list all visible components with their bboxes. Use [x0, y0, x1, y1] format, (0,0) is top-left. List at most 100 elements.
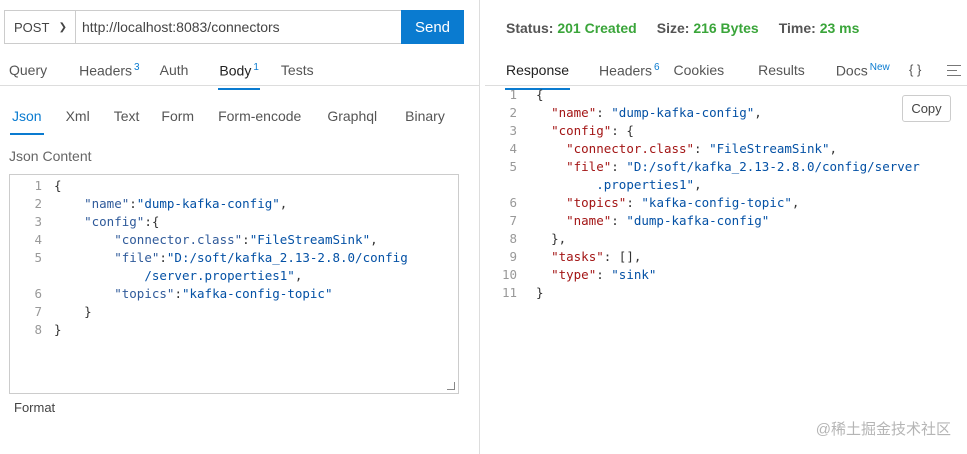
json-editor[interactable]: 12345678 { "name":"dump-kafka-config", "… [9, 174, 459, 394]
line-number [28, 267, 42, 285]
code-token: "FileStreamSink" [709, 141, 830, 156]
chevron-down-icon: ❯ [58, 21, 67, 33]
request-code[interactable]: { "name":"dump-kafka-config", "config":{… [54, 177, 408, 339]
code-token: "dump-kafka-config" [136, 196, 280, 211]
code-token: "file" [114, 250, 160, 265]
code-line: /server.properties1", [54, 267, 408, 285]
menu-icon[interactable] [947, 65, 961, 76]
code-token: } [84, 304, 92, 319]
tab-label: Cookies [673, 62, 725, 78]
code-token: : [626, 195, 642, 210]
code-line: "name": "dump-kafka-config", [536, 104, 920, 122]
code-token: : { [611, 123, 634, 138]
url-bar: POST ❯ http://localhost:8083/connectors S… [4, 10, 464, 44]
tab-badge: New [869, 62, 890, 73]
body-tab-graphql[interactable]: Graphql [327, 108, 377, 132]
code-token: } [536, 285, 544, 300]
code-line: "connector.class": "FileStreamSink", [536, 140, 920, 158]
url-input[interactable]: http://localhost:8083/connectors [76, 11, 401, 43]
code-line: "file": "D:/soft/kafka_2.13-2.8.0/config… [536, 158, 920, 176]
send-button[interactable]: Send [401, 10, 464, 44]
response-status: Status: 201 Created Size: 216 Bytes Time… [506, 20, 859, 36]
line-number: 3 [509, 123, 517, 138]
body-tab-json[interactable]: Json [10, 108, 44, 135]
code-token: "name" [566, 213, 612, 228]
code-line: { [536, 86, 920, 104]
resize-handle[interactable] [447, 382, 455, 390]
code-token: "kafka-config-topic" [181, 286, 333, 301]
divider [0, 85, 480, 86]
code-token: "D:/soft/kafka_2.13-2.8.0/config [166, 250, 408, 265]
code-line: "config": { [536, 122, 920, 140]
method-select[interactable]: POST ❯ [5, 11, 76, 43]
code-token: "FileStreamSink" [249, 232, 371, 247]
method-value: POST [14, 19, 50, 35]
code-token: "connector.class" [566, 141, 695, 156]
request-panel: POST ❯ http://localhost:8083/connectors S… [0, 0, 480, 454]
code-token: "dump-kafka-config" [611, 105, 755, 120]
code-token: "sink" [611, 267, 657, 282]
line-number: 7 [509, 213, 517, 228]
line-number: 10 [501, 267, 517, 282]
code-line: } [54, 303, 408, 321]
line-number [493, 176, 517, 194]
code-token: "topics" [114, 286, 175, 301]
code-token: , [829, 141, 838, 156]
code-token: , [370, 232, 378, 247]
code-token: :{ [144, 214, 160, 229]
time-label: Time: [778, 20, 816, 36]
line-number: 9 [509, 249, 517, 264]
code-token: { [536, 87, 544, 102]
code-line: { [54, 177, 408, 195]
code-token: : [694, 141, 710, 156]
code-token: "topics" [566, 195, 627, 210]
code-token: "type" [551, 267, 597, 282]
code-token: , [279, 196, 288, 211]
tab-label: Docs [835, 62, 868, 79]
code-token: .properties1" [596, 177, 695, 192]
code-line: "name":"dump-kafka-config", [54, 195, 408, 213]
code-token: "tasks" [551, 249, 604, 264]
code-token: "config" [84, 214, 145, 229]
tab-label: Auth [159, 62, 189, 78]
code-token: : [159, 250, 167, 265]
code-token: : [129, 196, 137, 211]
code-token: , [791, 195, 800, 210]
line-number: 8 [509, 231, 517, 246]
body-tab-text[interactable]: Text [114, 108, 140, 132]
code-token: : [611, 159, 627, 174]
line-number: 4 [34, 232, 42, 247]
status-label: Status: [506, 20, 554, 36]
body-tab-form[interactable]: Form [161, 108, 194, 132]
code-token: }, [551, 231, 567, 246]
code-line: } [54, 321, 408, 339]
code-token: : [174, 286, 182, 301]
body-tab-binary[interactable]: Binary [405, 108, 445, 132]
body-tab-form-encode[interactable]: Form-encode [218, 108, 301, 132]
code-token: : [596, 105, 612, 120]
watermark: @稀土掘金技术社区 [815, 421, 951, 438]
code-token: } [54, 322, 62, 337]
code-token: , [694, 177, 702, 192]
copy-button[interactable]: Copy [902, 95, 951, 122]
braces-icon[interactable]: { } [909, 62, 921, 77]
line-number: 6 [509, 195, 517, 210]
code-line: "file":"D:/soft/kafka_2.13-2.8.0/config [54, 249, 408, 267]
tab-badge: 6 [653, 62, 660, 73]
format-button[interactable]: Format [14, 400, 55, 415]
code-token: "name" [84, 196, 130, 211]
code-token: "name" [551, 105, 597, 120]
line-number: 8 [34, 322, 42, 337]
line-number: 7 [34, 304, 42, 319]
line-number: 5 [34, 250, 42, 265]
body-tab-xml[interactable]: Xml [66, 108, 90, 132]
